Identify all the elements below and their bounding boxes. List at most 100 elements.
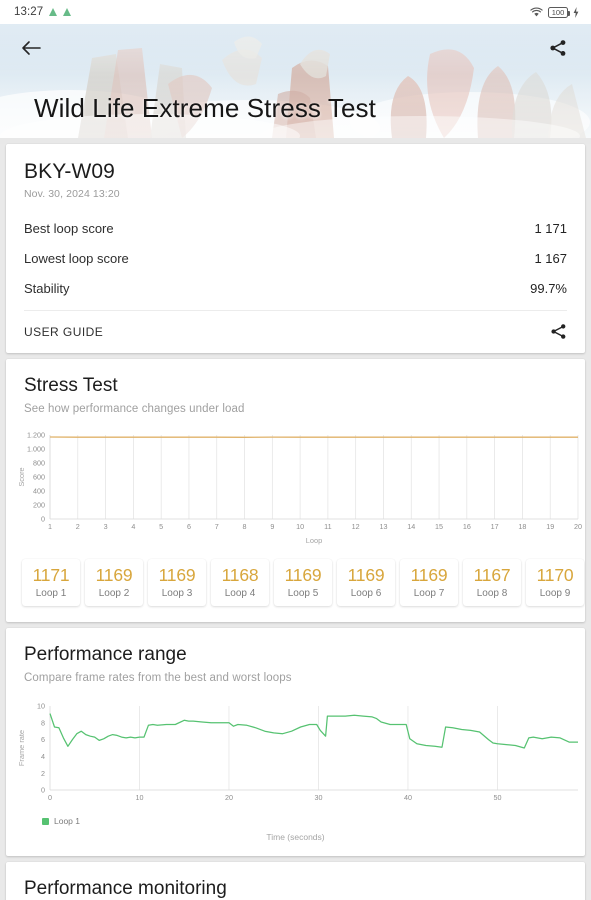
svg-text:7: 7 [215,522,219,531]
device-card-body: BKY-W09 Nov. 30, 2024 13:20 Best loop sc… [6,144,585,311]
loop-card-label: Loop 7 [413,588,445,600]
svg-text:0: 0 [41,515,45,524]
svg-text:6: 6 [41,735,45,744]
lowest-loop-score-label: Lowest loop score [24,250,129,266]
svg-text:3: 3 [104,522,108,531]
score-rows: Best loop score 1 171 Lowest loop score … [24,213,567,303]
scroll-content[interactable]: BKY-W09 Nov. 30, 2024 13:20 Best loop sc… [0,144,591,900]
share-icon[interactable] [550,323,567,340]
table-row: Best loop score 1 171 [24,213,567,243]
performance-range-subtitle: Compare frame rates from the best and wo… [24,672,292,685]
charging-bolt-icon [573,6,579,18]
performance-monitoring-header: Performance monitoring [6,862,585,900]
user-guide-row: USER GUIDE [6,311,585,353]
svg-text:6: 6 [187,522,191,531]
svg-text:18: 18 [518,522,526,531]
chart-legend: Loop 1 [6,814,585,826]
svg-text:13: 13 [379,522,387,531]
loop-score-value: 1169 [347,565,385,585]
table-row: Lowest loop score 1 167 [24,243,567,273]
loop-card[interactable]: 1169 Loop 2 [85,559,143,607]
notification-triangle-icon-2 [63,8,72,16]
device-name: BKY-W09 [24,160,115,183]
svg-text:Loop: Loop [306,536,322,545]
svg-text:4: 4 [131,522,135,531]
svg-text:11: 11 [324,522,331,531]
loop-score-value: 1167 [473,565,511,585]
lowest-loop-score-value: 1 167 [534,250,567,266]
status-bar-right: 100 [530,6,579,18]
loop-score-list[interactable]: 1171 Loop 1 1169 Loop 2 1169 Loop 3 1168 Loop 4… [6,551,585,622]
user-guide-button[interactable]: USER GUIDE [24,325,103,339]
loop-score-value: 1171 [32,565,70,585]
stress-test-plot: 1 2 3 4 5 6 7 8 9 10 11 12 13 14 15 16 17 18 19 20020040060… [17,431,582,545]
svg-text:19: 19 [546,522,554,531]
performance-range-chart: 0 10 20 30 40 50 0 2 4 6 8 10 Frame rate [6,684,585,814]
device-test-date: Nov. 30, 2024 13:20 [24,188,120,200]
loop-card-label: Loop 2 [98,588,130,600]
loop-card-label: Loop 5 [287,588,319,600]
svg-text:9: 9 [270,522,274,531]
loop-card[interactable]: 1169 Loop 3 [148,559,206,607]
loop-card-label: Loop 1 [35,588,67,600]
loop-card-label: Loop 6 [350,588,382,600]
loop-card[interactable]: 1167 Loop 8 [463,559,521,607]
svg-text:10: 10 [135,793,143,802]
svg-text:200: 200 [33,501,45,510]
svg-text:800: 800 [33,459,45,468]
stress-test-chart: 1 2 3 4 5 6 7 8 9 10 11 12 13 14 15 16 17 18 19 20 0 200 400 60… [6,415,585,551]
svg-text:17: 17 [491,522,499,531]
svg-text:8: 8 [41,719,45,728]
loop-score-value: 1169 [284,565,322,585]
svg-text:0: 0 [48,793,52,802]
status-bar: 13:27 100 [0,0,591,24]
loop-card-label: Loop 8 [476,588,508,600]
performance-range-plot: 0 10 20 30 40 50 0 2 4 6 8 10 Frame rate [17,702,578,802]
hero-banner: Wild Life Extreme Stress Test [0,24,591,138]
svg-text:40: 40 [404,793,412,802]
stress-test-subtitle: See how performance changes under load [24,403,245,415]
loop-score-value: 1169 [95,565,133,585]
notification-triangle-icon [49,8,58,16]
page-title: Wild Life Extreme Stress Test [34,93,376,123]
stress-test-header: Stress Test See how performance changes … [6,359,585,415]
svg-text:1.200: 1.200 [27,431,45,440]
loop-card[interactable]: 1168 Loop 4 [211,559,269,607]
loop-card[interactable]: 1171 Loop 1 [22,559,80,607]
svg-text:1: 1 [48,522,52,531]
svg-text:15: 15 [435,522,443,531]
share-icon[interactable] [543,33,573,63]
performance-range-title: Performance range [24,644,187,666]
loop-score-value: 1169 [158,565,196,585]
best-loop-score-value: 1 171 [534,220,567,236]
loop-card[interactable]: 1170 Loop 9 [526,559,584,607]
back-arrow-icon[interactable] [16,33,46,63]
svg-text:50: 50 [493,793,501,802]
loop-card[interactable]: 1169 Loop 5 [274,559,332,607]
svg-text:14: 14 [407,522,415,531]
loop-card[interactable]: 1169 Loop 7 [400,559,458,607]
performance-range-xlabel: Time (seconds) [266,832,325,843]
svg-text:5: 5 [159,522,163,531]
svg-text:8: 8 [243,522,247,531]
table-row: Stability 99.7% [24,273,567,303]
device-summary-card: BKY-W09 Nov. 30, 2024 13:20 Best loop sc… [6,144,585,353]
best-loop-score-label: Best loop score [24,220,114,236]
svg-text:2: 2 [41,769,45,778]
svg-text:Frame rate: Frame rate [17,730,26,766]
performance-range-card: Performance range Compare frame rates fr… [6,628,585,857]
wifi-icon [530,7,543,18]
stress-test-card: Stress Test See how performance changes … [6,359,585,623]
svg-text:30: 30 [314,793,322,802]
svg-text:Score: Score [17,467,26,486]
loop-card[interactable]: 1169 Loop 6 [337,559,395,607]
performance-range-header: Performance range Compare frame rates fr… [6,628,585,684]
svg-text:20: 20 [225,793,233,802]
svg-text:10: 10 [37,702,45,711]
status-clock: 13:27 [14,6,44,18]
svg-text:4: 4 [41,752,45,761]
svg-text:400: 400 [33,487,45,496]
svg-text:16: 16 [463,522,471,531]
loop-card-label: Loop 3 [161,588,193,600]
legend-label-loop1: Loop 1 [54,816,80,827]
